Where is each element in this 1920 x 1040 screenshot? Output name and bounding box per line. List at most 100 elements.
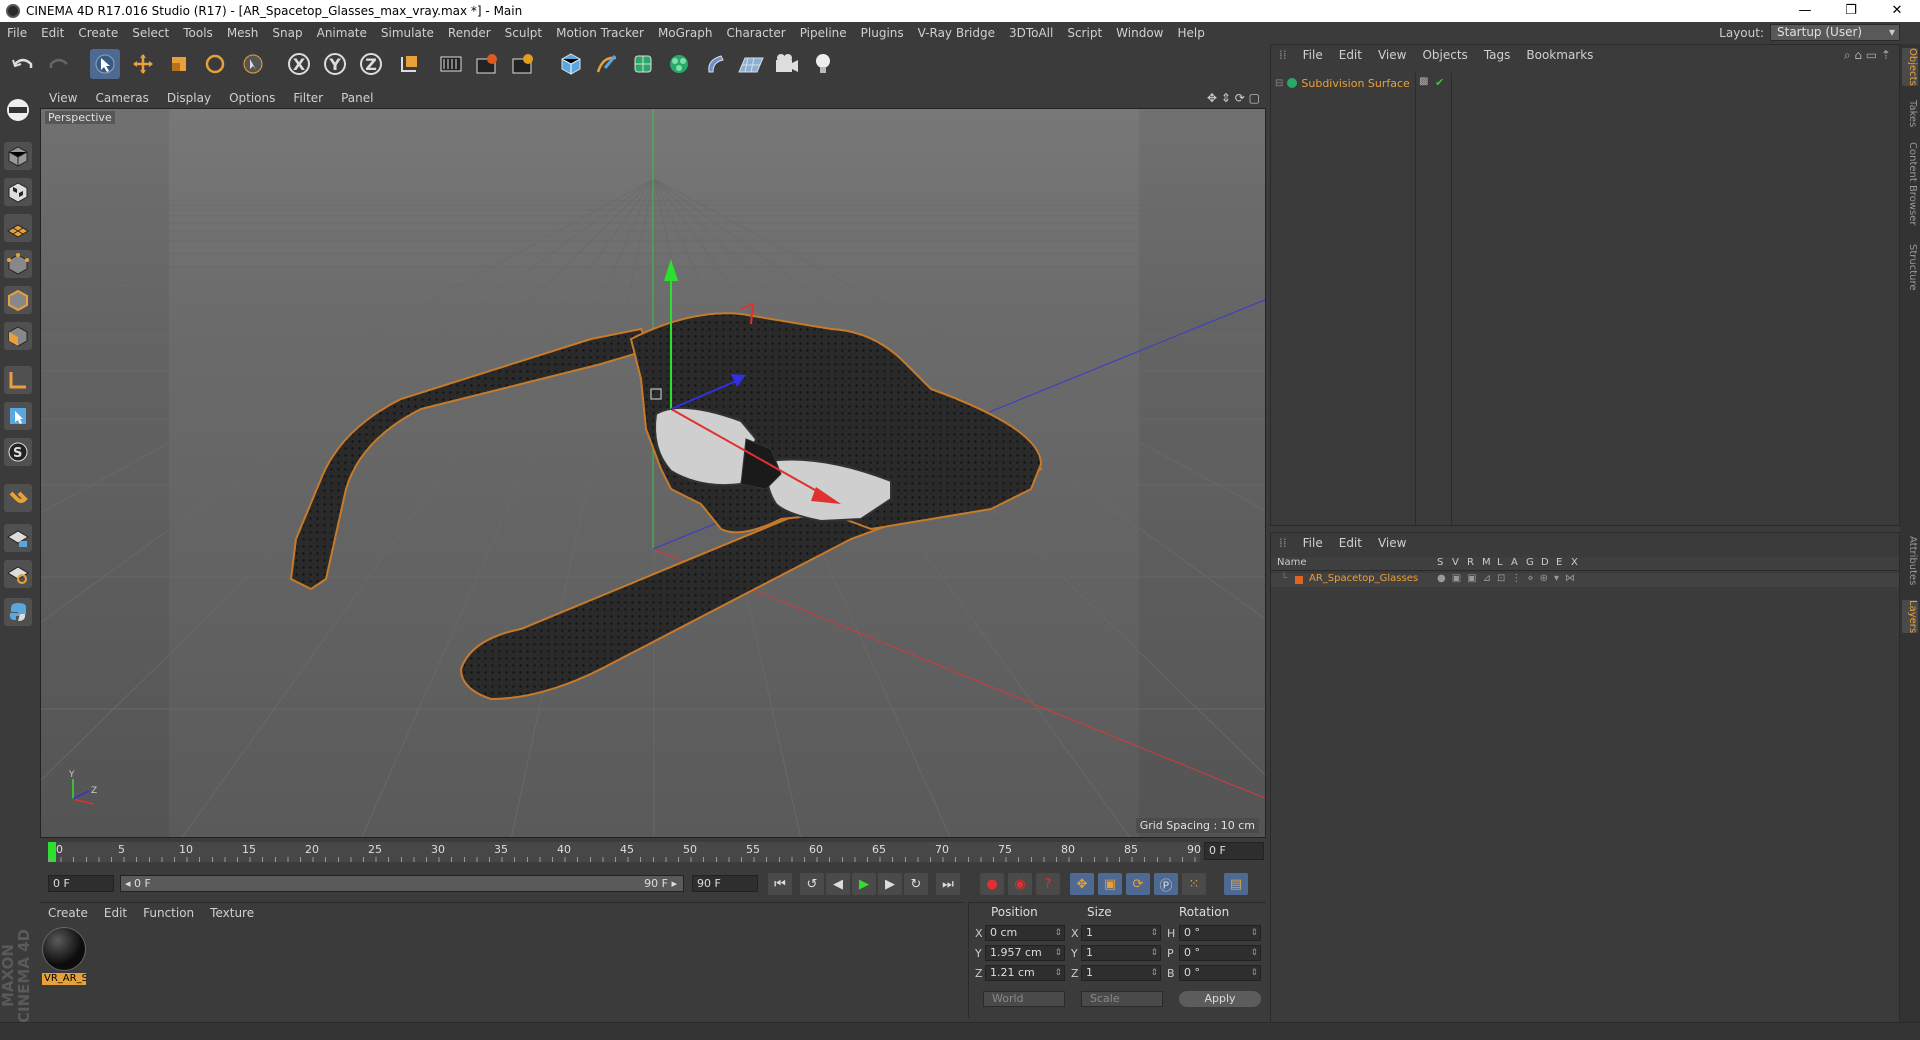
render-to-picture-viewer-icon[interactable] bbox=[472, 49, 502, 79]
redo-icon[interactable] bbox=[44, 49, 74, 79]
col-view[interactable]: V bbox=[1452, 557, 1459, 568]
size-y-field[interactable]: 1 bbox=[1081, 945, 1161, 961]
menu-plugins[interactable]: Plugins bbox=[854, 26, 911, 40]
mograph-cloner-icon[interactable] bbox=[664, 49, 694, 79]
go-to-start-icon[interactable]: ⏮ bbox=[768, 873, 792, 895]
menu-select[interactable]: Select bbox=[125, 26, 176, 40]
object-list[interactable] bbox=[1271, 73, 1899, 525]
object-name[interactable]: Subdivision Surface bbox=[1301, 77, 1409, 90]
object-row-subdivision-surface[interactable]: ⊟ Subdivision Surface bbox=[1275, 75, 1410, 91]
perspective-viewport[interactable]: Y Z Perspective Grid Spacing : 10 cm bbox=[40, 108, 1266, 838]
tab-structure[interactable]: Structure bbox=[1902, 244, 1918, 291]
tab-objects[interactable]: Objects bbox=[1902, 48, 1918, 86]
col-xref[interactable]: X bbox=[1571, 557, 1578, 568]
move-icon[interactable] bbox=[128, 49, 158, 79]
col-generators[interactable]: G bbox=[1526, 557, 1534, 568]
previous-key-icon[interactable]: ↺ bbox=[800, 873, 824, 895]
play-icon[interactable]: ▶ bbox=[852, 873, 876, 895]
layout-dropdown[interactable]: Startup (User) bbox=[1770, 24, 1900, 41]
make-editable-icon[interactable] bbox=[4, 96, 32, 124]
size-z-field[interactable]: 1 bbox=[1081, 965, 1161, 981]
position-z-field[interactable]: 1.21 cm bbox=[985, 965, 1065, 981]
menu-3dtoall[interactable]: 3DToAll bbox=[1002, 26, 1060, 40]
points-mode-icon[interactable] bbox=[4, 250, 32, 278]
rotation-b-field[interactable]: 0 ° bbox=[1179, 965, 1261, 981]
transform-mode-dropdown[interactable]: Scale bbox=[1081, 991, 1163, 1007]
col-manager[interactable]: M bbox=[1482, 557, 1491, 568]
rotation-h-field[interactable]: 0 ° bbox=[1179, 925, 1261, 941]
render-view-icon[interactable] bbox=[436, 49, 466, 79]
next-frame-icon[interactable]: ▶ bbox=[878, 873, 902, 895]
floor-scene-icon[interactable] bbox=[736, 49, 766, 79]
menu-edit[interactable]: Edit bbox=[34, 26, 71, 40]
viewport-navigation-icons[interactable]: ✥ ⇕ ⟳ ▢ bbox=[1207, 91, 1260, 105]
panel-grip[interactable]: ⁞⁞ bbox=[1271, 48, 1295, 62]
viewport-menu-cameras[interactable]: Cameras bbox=[86, 91, 157, 105]
col-solo[interactable]: S bbox=[1437, 557, 1443, 568]
spline-pen-icon[interactable] bbox=[592, 49, 622, 79]
undo-icon[interactable] bbox=[8, 49, 38, 79]
tab-content-browser[interactable]: Content Browser bbox=[1902, 142, 1918, 225]
layers-menu-file[interactable]: File bbox=[1295, 536, 1331, 550]
tab-takes[interactable]: Takes bbox=[1902, 100, 1918, 127]
objects-menu-bookmarks[interactable]: Bookmarks bbox=[1518, 48, 1601, 62]
menu-file[interactable]: File bbox=[0, 26, 34, 40]
camera-icon[interactable] bbox=[772, 49, 802, 79]
previous-frame-icon[interactable]: ◀ bbox=[826, 873, 850, 895]
min-time-field[interactable]: 0 F bbox=[48, 875, 114, 892]
polygons-mode-icon[interactable] bbox=[4, 322, 32, 350]
layers-menu-view[interactable]: View bbox=[1370, 536, 1414, 550]
position-x-field[interactable]: 0 cm bbox=[985, 925, 1065, 941]
key-parameter-icon[interactable]: Ⓟ bbox=[1154, 873, 1178, 895]
snap-icon[interactable]: S bbox=[4, 438, 32, 466]
object-visibility-icon[interactable]: ▩ bbox=[1419, 76, 1428, 87]
preview-range-slider[interactable]: ◂ 0 F 90 F ▸ bbox=[120, 875, 684, 892]
menu-vray-bridge[interactable]: V-Ray Bridge bbox=[911, 26, 1002, 40]
workplane-mode-icon[interactable] bbox=[4, 214, 32, 242]
recent-tools-icon[interactable] bbox=[238, 49, 268, 79]
axis-mode-icon[interactable] bbox=[4, 366, 32, 394]
record-keys-icon[interactable]: ● bbox=[980, 873, 1004, 895]
material-menu-function[interactable]: Function bbox=[135, 906, 202, 920]
col-deformers[interactable]: D bbox=[1541, 557, 1549, 568]
menu-window[interactable]: Window bbox=[1109, 26, 1170, 40]
minimize-button[interactable]: — bbox=[1782, 0, 1828, 22]
size-x-field[interactable]: 1 bbox=[1081, 925, 1161, 941]
max-time-field[interactable]: 90 F bbox=[692, 875, 758, 892]
deformer-bend-icon[interactable] bbox=[700, 49, 730, 79]
cube-icon[interactable] bbox=[556, 49, 586, 79]
next-key-icon[interactable]: ↻ bbox=[904, 873, 928, 895]
texture-mode-icon[interactable] bbox=[4, 178, 32, 206]
search-icon[interactable]: ⌕ ⌂ ▭ ⇡ bbox=[1844, 48, 1891, 63]
key-pla-icon[interactable]: ⁙ bbox=[1182, 873, 1206, 895]
viewport-menu-options[interactable]: Options bbox=[220, 91, 284, 105]
key-position-icon[interactable]: ✥ bbox=[1070, 873, 1094, 895]
y-axis-lock-button[interactable]: Y bbox=[320, 49, 350, 79]
menu-pipeline[interactable]: Pipeline bbox=[793, 26, 854, 40]
rotation-p-field[interactable]: 0 ° bbox=[1179, 945, 1261, 961]
timeline-window-icon[interactable]: ▤ bbox=[1224, 873, 1248, 895]
menu-simulate[interactable]: Simulate bbox=[374, 26, 441, 40]
menu-render[interactable]: Render bbox=[441, 26, 498, 40]
python-icon[interactable] bbox=[4, 598, 32, 626]
menu-character[interactable]: Character bbox=[719, 26, 792, 40]
magnet-icon[interactable] bbox=[4, 484, 32, 512]
menu-create[interactable]: Create bbox=[71, 26, 125, 40]
x-axis-lock-button[interactable]: X bbox=[284, 49, 314, 79]
tab-attributes[interactable]: Attributes bbox=[1902, 536, 1918, 585]
live-selection-icon[interactable] bbox=[90, 49, 120, 79]
layer-row[interactable]: └ AR_Spacetop_Glasses ●▣▣⊿⊡⋮⋄⊛▾⋈ bbox=[1271, 573, 1899, 587]
material-menu-create[interactable]: Create bbox=[40, 906, 96, 920]
current-frame-field[interactable]: 0 F bbox=[1204, 842, 1264, 860]
col-animation[interactable]: A bbox=[1511, 557, 1518, 568]
menu-script[interactable]: Script bbox=[1060, 26, 1109, 40]
key-rotation-icon[interactable]: ⟳ bbox=[1126, 873, 1150, 895]
col-render[interactable]: R bbox=[1467, 557, 1474, 568]
objects-menu-view[interactable]: View bbox=[1370, 48, 1414, 62]
rotate-icon[interactable] bbox=[200, 49, 230, 79]
menu-tools[interactable]: Tools bbox=[176, 26, 220, 40]
layer-toggle-icons[interactable]: ●▣▣⊿⊡⋮⋄⊛▾⋈ bbox=[1437, 573, 1581, 584]
autokeying-icon[interactable]: ◉ bbox=[1008, 873, 1032, 895]
z-axis-lock-button[interactable]: Z bbox=[356, 49, 386, 79]
timeline-track[interactable]: 0 5 10 15 20 25 30 35 40 45 50 55 60 65 … bbox=[48, 842, 1201, 862]
